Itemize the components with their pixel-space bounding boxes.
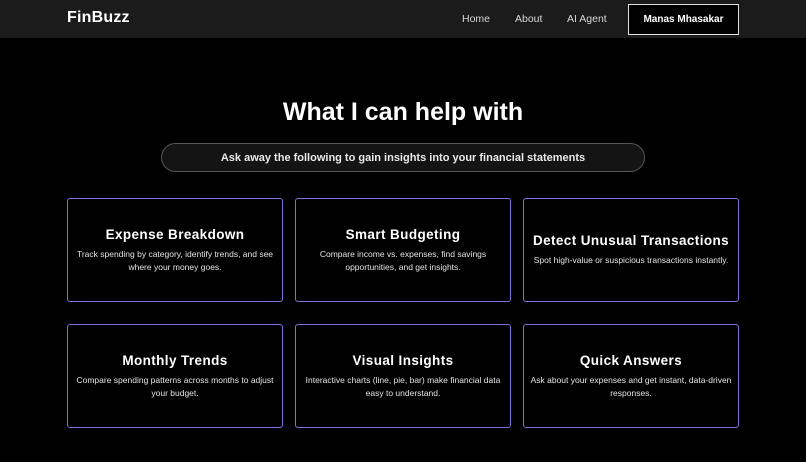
feature-card-visual-insights[interactable]: Visual Insights Interactive charts (line… <box>295 324 511 428</box>
card-title: Monthly Trends <box>122 352 228 368</box>
feature-card-expense-breakdown[interactable]: Expense Breakdown Track spending by cate… <box>67 198 283 302</box>
feature-card-quick-answers[interactable]: Quick Answers Ask about your expenses an… <box>523 324 739 428</box>
logo[interactable]: FinBuzz <box>67 9 130 27</box>
card-title: Smart Budgeting <box>345 226 461 242</box>
feature-card-smart-budgeting[interactable]: Smart Budgeting Compare income vs. expen… <box>295 198 511 302</box>
card-description: Compare spending patterns across months … <box>76 374 274 398</box>
card-title: Visual Insights <box>352 352 454 368</box>
card-title: Expense Breakdown <box>105 226 245 242</box>
feature-card-detect-unusual-transactions[interactable]: Detect Unusual Transactions Spot high-va… <box>523 198 739 302</box>
user-profile-button[interactable]: Manas Mhasakar <box>628 4 739 35</box>
card-description: Compare income vs. expenses, find saving… <box>319 248 487 272</box>
nav-link-home[interactable]: Home <box>462 13 490 25</box>
page-title: What I can help with <box>282 98 524 126</box>
card-description: Track spending by category, identify tre… <box>76 248 274 272</box>
nav-link-ai-agent[interactable]: AI Agent <box>567 13 607 25</box>
navbar: FinBuzz Home About AI Agent Manas Mhasak… <box>0 0 806 38</box>
card-description: Interactive charts (line, pie, bar) make… <box>305 374 501 398</box>
nav-link-about[interactable]: About <box>515 13 542 25</box>
card-description: Ask about your expenses and get instant,… <box>530 374 732 398</box>
subtitle-pill: Ask away the following to gain insights … <box>161 143 645 172</box>
card-title: Quick Answers <box>579 352 683 368</box>
feature-card-monthly-trends[interactable]: Monthly Trends Compare spending patterns… <box>67 324 283 428</box>
card-title: Detect Unusual Transactions <box>532 233 730 248</box>
card-description: Spot high-value or suspicious transactio… <box>533 255 729 265</box>
